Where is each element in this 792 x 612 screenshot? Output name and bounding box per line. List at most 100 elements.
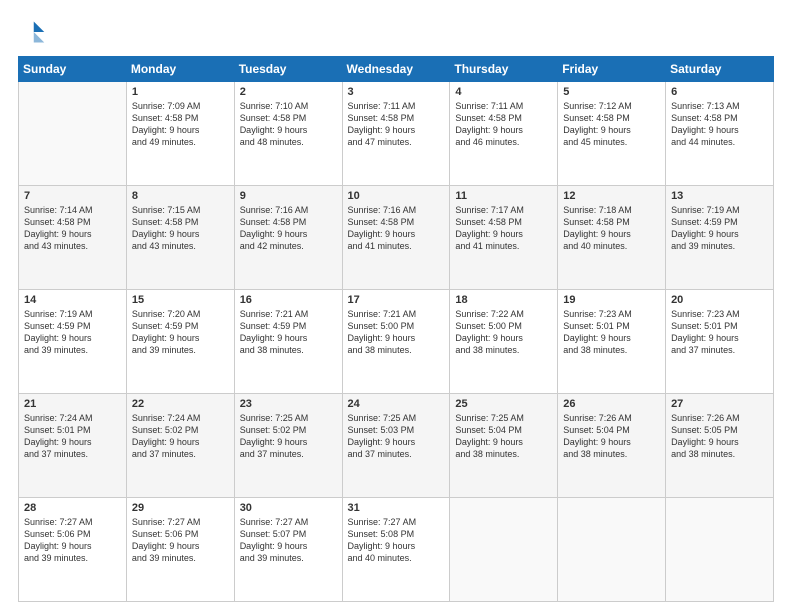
weekday-header-cell: Sunday (19, 57, 127, 82)
weekday-header-cell: Wednesday (342, 57, 450, 82)
day-number: 19 (563, 294, 660, 306)
day-number: 1 (132, 86, 229, 98)
day-info: Sunrise: 7:24 AM Sunset: 5:02 PM Dayligh… (132, 412, 229, 461)
day-number: 31 (348, 502, 445, 514)
logo-icon (18, 18, 46, 46)
calendar-day-cell: 10 Sunrise: 7:16 AM Sunset: 4:58 PM Dayli… (342, 186, 450, 290)
day-info: Sunrise: 7:21 AM Sunset: 4:59 PM Dayligh… (240, 308, 337, 357)
calendar-day-cell: 3Sunrise: 7:11 AM Sunset: 4:58 PM Daylig… (342, 82, 450, 186)
day-number: 13 (671, 190, 768, 202)
page: SundayMondayTuesdayWednesdayThursdayFrid… (0, 0, 792, 612)
day-info: Sunrise: 7:25 AM Sunset: 5:02 PM Dayligh… (240, 412, 337, 461)
day-info: Sunrise: 7:27 AM Sunset: 5:07 PM Dayligh… (240, 516, 337, 565)
calendar-day-cell (666, 498, 774, 602)
calendar-day-cell: 1 Sunrise: 7:09 AM Sunset: 4:58 PM Daylig… (126, 82, 234, 186)
day-number: 7 (24, 190, 121, 202)
day-info: Sunrise: 7:27 AM Sunset: 5:06 PM Dayligh… (24, 516, 121, 565)
calendar-day-cell: 13 Sunrise: 7:19 AM Sunset: 4:59 PM Dayli… (666, 186, 774, 290)
day-number: 17 (348, 294, 445, 306)
calendar-day-cell: 11 Sunrise: 7:17 AM Sunset: 4:58 PM Dayli… (450, 186, 558, 290)
day-info: Sunrise: 7:12 AM Sunset: 4:58 PM Dayligh… (563, 100, 660, 149)
calendar-day-cell: 17 Sunrise: 7:21 AM Sunset: 5:00 PM Dayli… (342, 290, 450, 394)
day-number: 29 (132, 502, 229, 514)
calendar-day-cell: 7Sunrise: 7:14 AM Sunset: 4:58 PM Daylig… (19, 186, 127, 290)
header (18, 18, 774, 46)
calendar-day-cell: 5Sunrise: 7:12 AM Sunset: 4:58 PM Daylig… (558, 82, 666, 186)
calendar-day-cell: 16 Sunrise: 7:21 AM Sunset: 4:59 PM Dayli… (234, 290, 342, 394)
day-number: 21 (24, 398, 121, 410)
day-number: 15 (132, 294, 229, 306)
calendar-day-cell: 6Sunrise: 7:13 AM Sunset: 4:58 PM Daylig… (666, 82, 774, 186)
weekday-header-cell: Monday (126, 57, 234, 82)
day-number: 27 (671, 398, 768, 410)
day-info: Sunrise: 7:18 AM Sunset: 4:58 PM Dayligh… (563, 204, 660, 253)
day-number: 11 (455, 190, 552, 202)
day-info: Sunrise: 7:21 AM Sunset: 5:00 PM Dayligh… (348, 308, 445, 357)
day-number: 14 (24, 294, 121, 306)
calendar-week-row: 21 Sunrise: 7:24 AM Sunset: 5:01 PM Dayli… (19, 394, 774, 498)
day-number: 9 (240, 190, 337, 202)
day-info: Sunrise: 7:23 AM Sunset: 5:01 PM Dayligh… (671, 308, 768, 357)
day-number: 22 (132, 398, 229, 410)
calendar-day-cell (558, 498, 666, 602)
day-number: 25 (455, 398, 552, 410)
day-info: Sunrise: 7:09 AM Sunset: 4:58 PM Dayligh… (132, 100, 229, 149)
day-info: Sunrise: 7:24 AM Sunset: 5:01 PM Dayligh… (24, 412, 121, 461)
day-number: 24 (348, 398, 445, 410)
calendar-day-cell (19, 82, 127, 186)
day-info: Sunrise: 7:26 AM Sunset: 5:04 PM Dayligh… (563, 412, 660, 461)
day-info: Sunrise: 7:20 AM Sunset: 4:59 PM Dayligh… (132, 308, 229, 357)
calendar-day-cell: 25 Sunrise: 7:25 AM Sunset: 5:04 PM Dayli… (450, 394, 558, 498)
day-info: Sunrise: 7:10 AM Sunset: 4:58 PM Dayligh… (240, 100, 337, 149)
calendar-day-cell: 23 Sunrise: 7:25 AM Sunset: 5:02 PM Dayli… (234, 394, 342, 498)
day-info: Sunrise: 7:23 AM Sunset: 5:01 PM Dayligh… (563, 308, 660, 357)
calendar-week-row: 1 Sunrise: 7:09 AM Sunset: 4:58 PM Daylig… (19, 82, 774, 186)
calendar-day-cell (450, 498, 558, 602)
day-info: Sunrise: 7:25 AM Sunset: 5:04 PM Dayligh… (455, 412, 552, 461)
calendar-day-cell: 26Sunrise: 7:26 AM Sunset: 5:04 PM Dayli… (558, 394, 666, 498)
calendar-day-cell: 18 Sunrise: 7:22 AM Sunset: 5:00 PM Dayli… (450, 290, 558, 394)
day-number: 4 (455, 86, 552, 98)
day-info: Sunrise: 7:25 AM Sunset: 5:03 PM Dayligh… (348, 412, 445, 461)
day-number: 16 (240, 294, 337, 306)
weekday-header-cell: Friday (558, 57, 666, 82)
calendar-week-row: 28Sunrise: 7:27 AM Sunset: 5:06 PM Dayli… (19, 498, 774, 602)
logo (18, 18, 50, 46)
calendar-day-cell: 31Sunrise: 7:27 AM Sunset: 5:08 PM Dayli… (342, 498, 450, 602)
day-number: 8 (132, 190, 229, 202)
day-number: 20 (671, 294, 768, 306)
day-info: Sunrise: 7:16 AM Sunset: 4:58 PM Dayligh… (348, 204, 445, 253)
calendar-day-cell: 19 Sunrise: 7:23 AM Sunset: 5:01 PM Dayli… (558, 290, 666, 394)
day-info: Sunrise: 7:19 AM Sunset: 4:59 PM Dayligh… (671, 204, 768, 253)
calendar-day-cell: 21 Sunrise: 7:24 AM Sunset: 5:01 PM Dayli… (19, 394, 127, 498)
weekday-header-cell: Tuesday (234, 57, 342, 82)
calendar-day-cell: 22 Sunrise: 7:24 AM Sunset: 5:02 PM Dayli… (126, 394, 234, 498)
day-info: Sunrise: 7:17 AM Sunset: 4:58 PM Dayligh… (455, 204, 552, 253)
calendar-day-cell: 24 Sunrise: 7:25 AM Sunset: 5:03 PM Dayli… (342, 394, 450, 498)
calendar-day-cell: 27 Sunrise: 7:26 AM Sunset: 5:05 PM Dayli… (666, 394, 774, 498)
calendar-week-row: 7Sunrise: 7:14 AM Sunset: 4:58 PM Daylig… (19, 186, 774, 290)
weekday-header-cell: Saturday (666, 57, 774, 82)
day-info: Sunrise: 7:11 AM Sunset: 4:58 PM Dayligh… (455, 100, 552, 149)
calendar-day-cell: 8 Sunrise: 7:15 AM Sunset: 4:58 PM Daylig… (126, 186, 234, 290)
day-number: 30 (240, 502, 337, 514)
weekday-header-cell: Thursday (450, 57, 558, 82)
calendar-week-row: 14Sunrise: 7:19 AM Sunset: 4:59 PM Dayli… (19, 290, 774, 394)
calendar-day-cell: 2Sunrise: 7:10 AM Sunset: 4:58 PM Daylig… (234, 82, 342, 186)
day-number: 12 (563, 190, 660, 202)
day-info: Sunrise: 7:27 AM Sunset: 5:06 PM Dayligh… (132, 516, 229, 565)
calendar-day-cell: 9Sunrise: 7:16 AM Sunset: 4:58 PM Daylig… (234, 186, 342, 290)
calendar-day-cell: 20 Sunrise: 7:23 AM Sunset: 5:01 PM Dayli… (666, 290, 774, 394)
day-info: Sunrise: 7:11 AM Sunset: 4:58 PM Dayligh… (348, 100, 445, 149)
day-info: Sunrise: 7:15 AM Sunset: 4:58 PM Dayligh… (132, 204, 229, 253)
calendar-table: SundayMondayTuesdayWednesdayThursdayFrid… (18, 56, 774, 602)
day-number: 18 (455, 294, 552, 306)
calendar-day-cell: 28Sunrise: 7:27 AM Sunset: 5:06 PM Dayli… (19, 498, 127, 602)
calendar-day-cell: 14Sunrise: 7:19 AM Sunset: 4:59 PM Dayli… (19, 290, 127, 394)
calendar-day-cell: 4 Sunrise: 7:11 AM Sunset: 4:58 PM Daylig… (450, 82, 558, 186)
day-info: Sunrise: 7:26 AM Sunset: 5:05 PM Dayligh… (671, 412, 768, 461)
day-number: 23 (240, 398, 337, 410)
calendar-day-cell: 29 Sunrise: 7:27 AM Sunset: 5:06 PM Dayli… (126, 498, 234, 602)
day-number: 10 (348, 190, 445, 202)
day-info: Sunrise: 7:22 AM Sunset: 5:00 PM Dayligh… (455, 308, 552, 357)
